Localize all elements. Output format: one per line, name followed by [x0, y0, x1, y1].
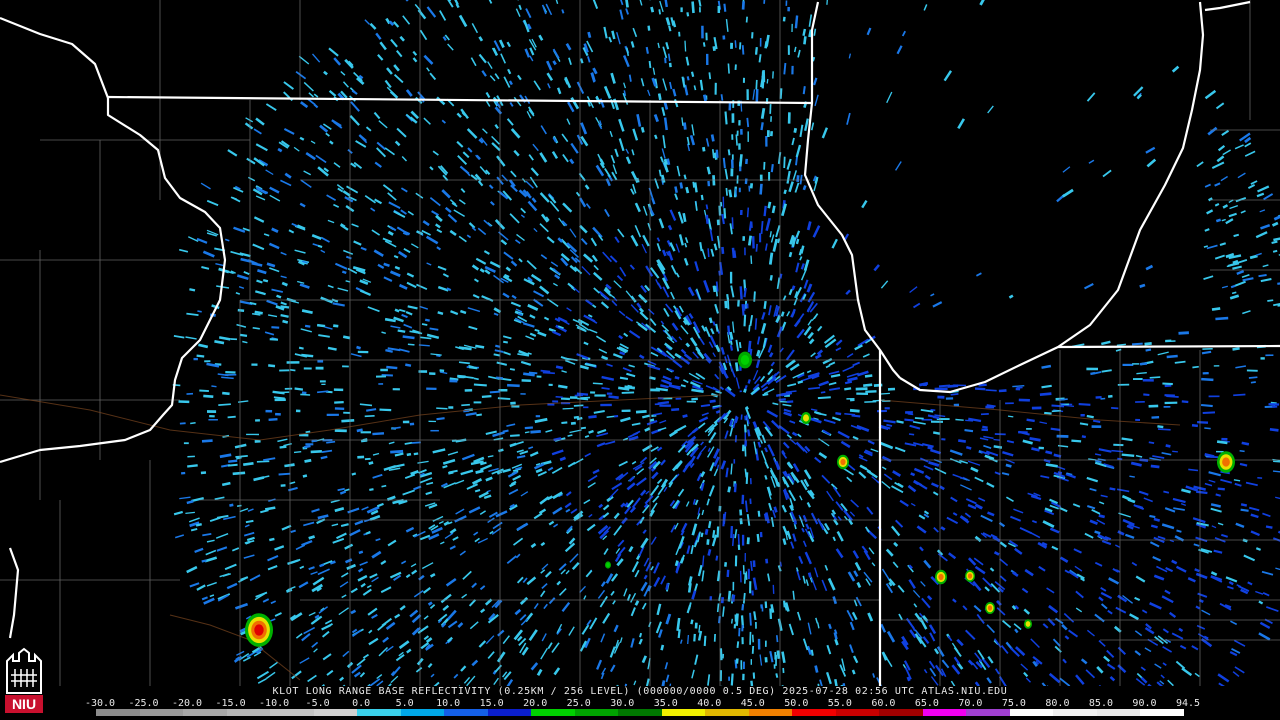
scale-label: 90.0 — [1132, 698, 1157, 709]
scale-label: -25.0 — [128, 698, 159, 709]
scale-label: 40.0 — [697, 698, 722, 709]
storm-cell — [606, 562, 610, 568]
radar-map — [0, 0, 1280, 686]
storm-cell — [803, 414, 809, 422]
scale-label: 85.0 — [1088, 698, 1113, 709]
radar-screen: KLOT LONG RANGE BASE REFLECTIVITY (0.25K… — [0, 0, 1280, 720]
scale-label: -20.0 — [171, 698, 203, 709]
scale-label: 50.0 — [784, 698, 809, 709]
storm-cell — [938, 573, 944, 581]
scale-segment-24 — [1140, 709, 1184, 716]
scale-segment-18 — [879, 709, 923, 716]
scale-segment-10 — [531, 709, 575, 716]
scale-segment-17 — [835, 709, 880, 716]
scale-segment-15 — [748, 709, 793, 716]
scale-label: 0.0 — [352, 698, 371, 709]
scale-label: 10.0 — [436, 698, 461, 709]
scale-segment-2 — [183, 709, 227, 716]
storm-cell — [1222, 457, 1230, 467]
scale-label: 55.0 — [827, 698, 852, 709]
scale-label: 65.0 — [914, 698, 939, 709]
scale-label: -5.0 — [305, 698, 330, 709]
scale-segment-21 — [1009, 709, 1054, 716]
scale-segment-13 — [661, 709, 706, 716]
storm-cell — [254, 624, 264, 636]
storm-cell — [840, 458, 846, 466]
scale-segment-12 — [618, 709, 662, 716]
color-scale-labels: -30.0 -25.0 -20.0 -15.0 -10.0 -5.0 0.0 5.0 10.0 1… — [85, 698, 1200, 709]
scale-segment-1 — [139, 709, 184, 716]
scale-segment-14 — [705, 709, 749, 716]
scale-label: 20.0 — [523, 698, 548, 709]
scale-label: -15.0 — [215, 698, 246, 709]
scale-segment-23 — [1096, 709, 1141, 716]
storm-cell — [740, 355, 750, 365]
storm-cell — [967, 573, 973, 579]
scale-segment-7 — [400, 709, 445, 716]
scale-segment-6 — [357, 709, 401, 716]
scale-label: 5.0 — [395, 698, 414, 709]
scale-label: -30.0 — [84, 698, 116, 709]
scale-segment-20 — [966, 709, 1010, 716]
scale-label: 80.0 — [1045, 698, 1070, 709]
scale-label: 94.5 — [1175, 698, 1201, 709]
scale-label: 75.0 — [1001, 698, 1026, 709]
niu-logo: NIU — [3, 647, 45, 715]
scale-segment-11 — [574, 709, 619, 716]
scale-label: 70.0 — [958, 698, 983, 709]
niu-logo-text: NIU — [12, 696, 36, 712]
scale-segment-8 — [444, 709, 488, 716]
scale-segment-22 — [1053, 709, 1097, 716]
scale-label: 35.0 — [653, 698, 678, 709]
product-title: KLOT LONG RANGE BASE REFLECTIVITY (0.25K… — [272, 686, 1008, 697]
scale-segment-9 — [487, 709, 532, 716]
scale-segment-5 — [313, 709, 358, 716]
scale-segment-0 — [96, 709, 140, 716]
color-scale-bar — [96, 709, 1184, 716]
scale-label: 60.0 — [871, 698, 896, 709]
scale-label: 15.0 — [479, 698, 504, 709]
scale-label: 45.0 — [740, 698, 765, 709]
scale-segment-16 — [792, 709, 836, 716]
scale-segment-4 — [270, 709, 314, 716]
storm-cell — [1025, 621, 1031, 627]
scale-segment-19 — [922, 709, 967, 716]
scale-segment-3 — [226, 709, 271, 716]
scale-label: 25.0 — [566, 698, 591, 709]
storm-cell — [987, 605, 993, 611]
scale-label: -10.0 — [259, 698, 290, 709]
scale-label: 30.0 — [610, 698, 635, 709]
